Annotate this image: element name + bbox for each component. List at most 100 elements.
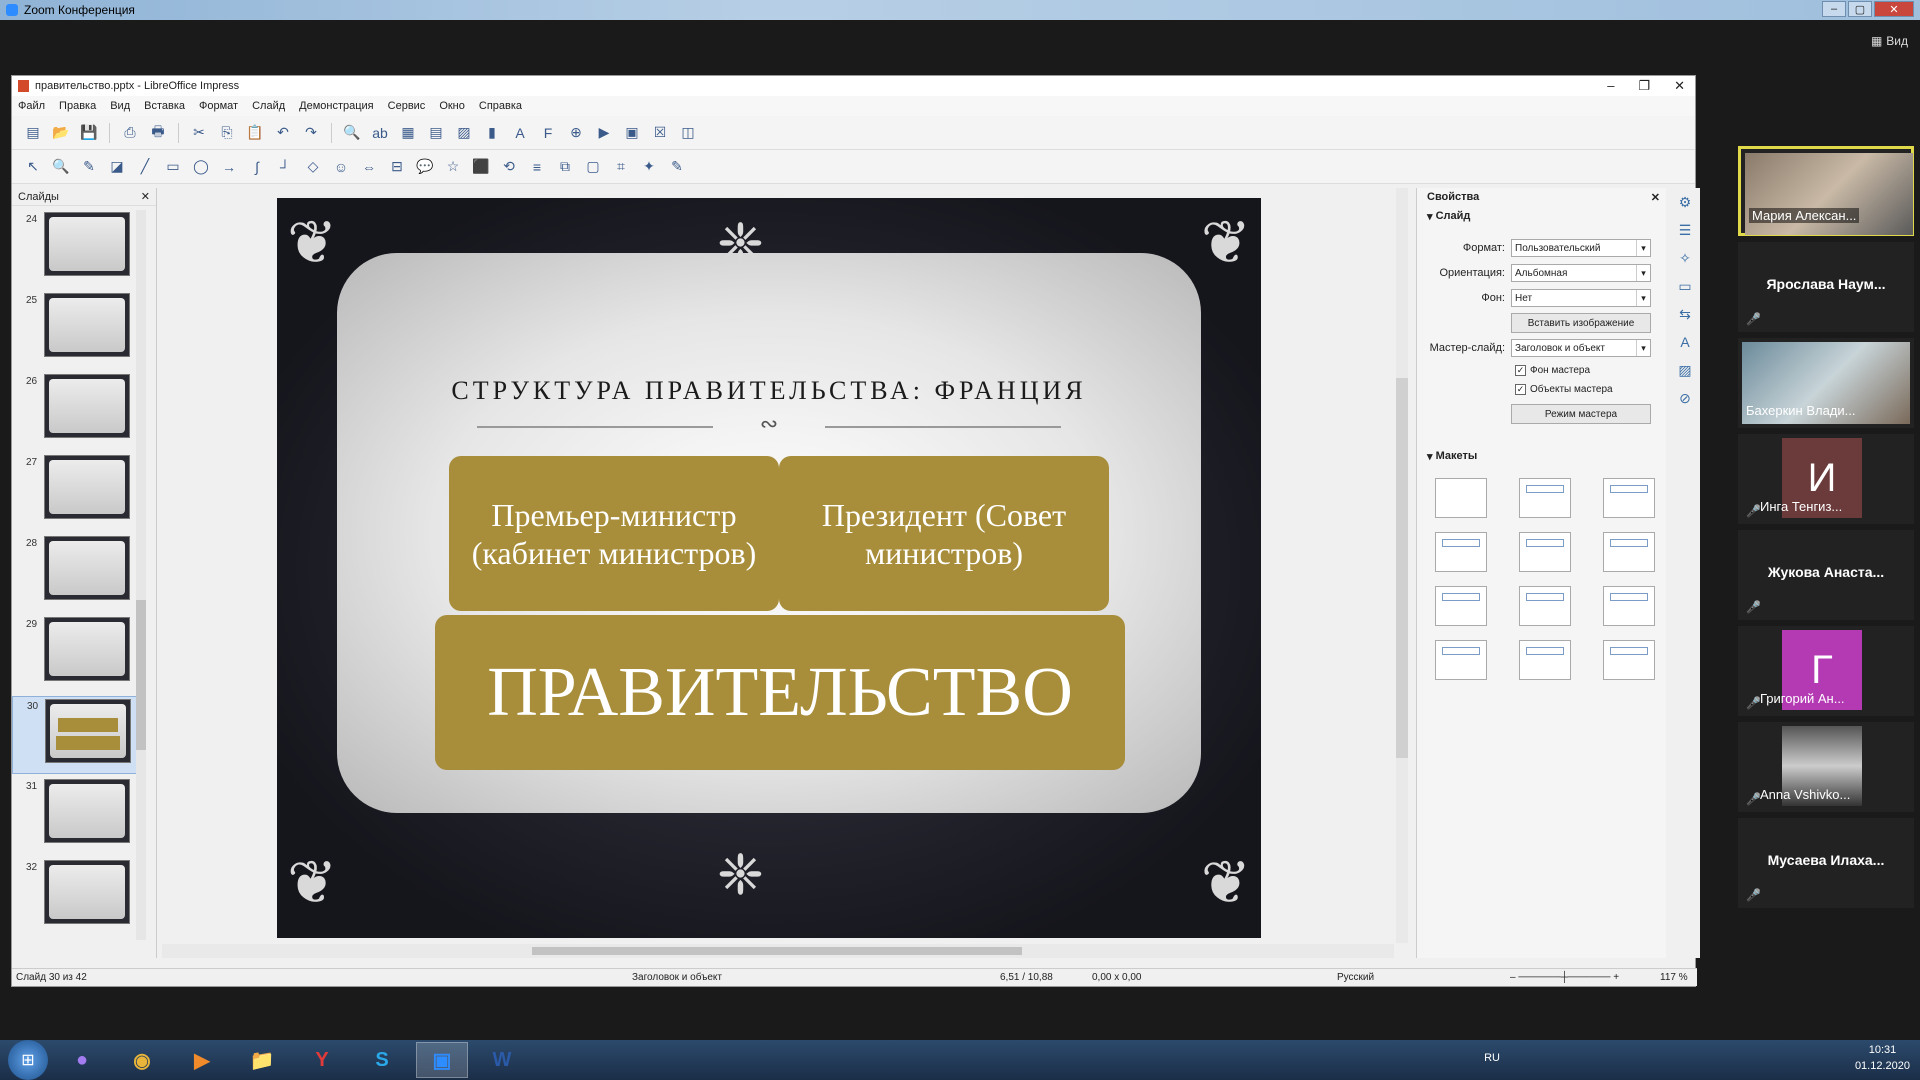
background-select[interactable]: Нет ▾ bbox=[1511, 289, 1651, 307]
slide-thumbnail[interactable]: 27 bbox=[12, 453, 142, 531]
section-slide-header[interactable]: ▾ Слайд bbox=[1417, 206, 1666, 226]
input-language[interactable]: RU bbox=[1484, 1052, 1500, 1064]
participant-tile[interactable]: И Инга Тенгиз... 🎤 bbox=[1738, 434, 1914, 524]
new-slide-icon[interactable]: ▣ bbox=[621, 122, 643, 144]
callout-icon[interactable]: 💬 bbox=[414, 156, 436, 178]
layout-blank[interactable] bbox=[1435, 478, 1487, 518]
new-icon[interactable]: ▤ bbox=[22, 122, 44, 144]
slide-transition-icon[interactable]: ⇆ bbox=[1676, 306, 1694, 324]
participant-tile[interactable]: Жукова Анаста... 🎤 bbox=[1738, 530, 1914, 620]
filter-icon[interactable]: ✦ bbox=[638, 156, 660, 178]
slide-title[interactable]: СТРУКТУРА ПРАВИТЕЛЬСТВА: ФРАНЦИЯ bbox=[277, 376, 1261, 406]
cut-icon[interactable]: ✂ bbox=[188, 122, 210, 144]
lo-close-button[interactable]: ✕ bbox=[1674, 78, 1685, 94]
print-icon[interactable]: 🖶 bbox=[147, 122, 169, 144]
lo-restore-button[interactable]: ❐ bbox=[1638, 78, 1650, 94]
textbox-icon[interactable]: A bbox=[509, 122, 531, 144]
menu-file[interactable]: Файл bbox=[18, 100, 45, 112]
layout-title-only[interactable] bbox=[1519, 532, 1571, 572]
zoom-view-button[interactable]: ▦ Вид bbox=[1871, 34, 1908, 48]
properties-icon[interactable]: ☰ bbox=[1676, 222, 1694, 240]
table-icon[interactable]: ▤ bbox=[425, 122, 447, 144]
layout-title-two-content[interactable] bbox=[1435, 532, 1487, 572]
participant-tile[interactable]: Ярослава Наум... 🎤 bbox=[1738, 242, 1914, 332]
menu-edit[interactable]: Правка bbox=[59, 100, 96, 112]
redo-icon[interactable]: ↷ bbox=[300, 122, 322, 144]
language-status[interactable]: Русский bbox=[1337, 972, 1374, 983]
zoom-slider[interactable]: – ──────┼────── + bbox=[1510, 972, 1619, 983]
zoom-level[interactable]: 117 % bbox=[1660, 972, 1688, 983]
insert-image-button[interactable]: Вставить изображение bbox=[1511, 313, 1651, 333]
spellcheck-icon[interactable]: ab bbox=[369, 122, 391, 144]
participant-tile[interactable]: Anna Vshivko... 🎤 bbox=[1738, 722, 1914, 812]
skype-icon[interactable]: S bbox=[356, 1042, 408, 1078]
slide-thumbnail[interactable]: 26 bbox=[12, 372, 142, 450]
align-icon[interactable]: ≡ bbox=[526, 156, 548, 178]
close-button[interactable]: ✕ bbox=[1874, 1, 1914, 17]
layout-title-2content-over-content[interactable] bbox=[1603, 586, 1655, 626]
slide-thumbnail[interactable]: 29 bbox=[12, 615, 142, 693]
participant-tile[interactable]: Г Григорий Ан... 🎤 bbox=[1738, 626, 1914, 716]
ellipse-icon[interactable]: ◯ bbox=[190, 156, 212, 178]
select-icon[interactable]: ↖ bbox=[22, 156, 44, 178]
fontwork-icon[interactable]: F bbox=[537, 122, 559, 144]
connector-icon[interactable]: ┘ bbox=[274, 156, 296, 178]
find-icon[interactable]: 🔍 bbox=[341, 122, 363, 144]
slides-scrollbar[interactable] bbox=[136, 210, 146, 940]
layout-title-4content[interactable] bbox=[1519, 640, 1571, 680]
slide-thumbnail[interactable]: 25 bbox=[12, 291, 142, 369]
chart-icon[interactable]: ▮ bbox=[481, 122, 503, 144]
section-layouts-header[interactable]: ▾ Макеты bbox=[1417, 446, 1477, 466]
slide-thumbnail[interactable]: 24 bbox=[12, 210, 142, 288]
gallery-icon[interactable]: ▨ bbox=[1676, 362, 1694, 380]
slide-thumbnail[interactable]: 32 bbox=[12, 858, 142, 936]
president-box[interactable]: Президент (Совет министров) bbox=[779, 456, 1109, 611]
points-icon[interactable]: ✎ bbox=[666, 156, 688, 178]
slide-thumbnail-active[interactable]: 30 bbox=[12, 696, 142, 774]
maximize-button[interactable]: ▢ bbox=[1848, 1, 1872, 17]
export-pdf-icon[interactable]: ⎙ bbox=[119, 122, 141, 144]
hyperlink-icon[interactable]: ⊕ bbox=[565, 122, 587, 144]
rotate-icon[interactable]: ⟲ bbox=[498, 156, 520, 178]
master-slides-icon[interactable]: ▭ bbox=[1676, 278, 1694, 296]
slide-canvas[interactable]: ❦ ❦ ❦ ❦ ❈ ❈ СТРУКТУРА ПРАВИТЕЛЬСТВА: ФРА… bbox=[277, 198, 1261, 938]
navigator-icon[interactable]: ⊘ bbox=[1676, 390, 1694, 408]
editor-vertical-scrollbar[interactable] bbox=[1396, 188, 1408, 943]
layout-centered-text[interactable] bbox=[1603, 532, 1655, 572]
symbol-shapes-icon[interactable]: ☺ bbox=[330, 156, 352, 178]
shadow-icon[interactable]: ▢ bbox=[582, 156, 604, 178]
3d-objects-icon[interactable]: ⬛ bbox=[470, 156, 492, 178]
close-panel-icon[interactable]: ✕ bbox=[141, 190, 150, 203]
start-button[interactable]: ⊞ bbox=[8, 1040, 48, 1080]
fill-color-icon[interactable]: ◪ bbox=[106, 156, 128, 178]
styles-icon[interactable]: A bbox=[1676, 334, 1694, 352]
zoom-taskbar-icon[interactable]: ▣ bbox=[416, 1042, 468, 1078]
menu-window[interactable]: Окно bbox=[439, 100, 465, 112]
open-icon[interactable]: 📂 bbox=[50, 122, 72, 144]
menu-view[interactable]: Вид bbox=[110, 100, 130, 112]
layout-title-content-2content[interactable] bbox=[1519, 586, 1571, 626]
copy-icon[interactable]: ⎘ bbox=[216, 122, 238, 144]
minimize-button[interactable]: – bbox=[1822, 1, 1846, 17]
lo-minimize-button[interactable]: – bbox=[1607, 78, 1614, 94]
stars-icon[interactable]: ☆ bbox=[442, 156, 464, 178]
editor-horizontal-scrollbar[interactable] bbox=[162, 944, 1394, 958]
display-views-icon[interactable]: ◫ bbox=[677, 122, 699, 144]
start-slideshow-icon[interactable]: ▶ bbox=[593, 122, 615, 144]
menu-slide[interactable]: Слайд bbox=[252, 100, 285, 112]
line-icon[interactable]: ╱ bbox=[134, 156, 156, 178]
slide-thumbnail[interactable]: 31 bbox=[12, 777, 142, 855]
zoom-icon[interactable]: 🔍 bbox=[50, 156, 72, 178]
chrome-icon[interactable]: ◉ bbox=[116, 1042, 168, 1078]
undo-icon[interactable]: ↶ bbox=[272, 122, 294, 144]
close-sidebar-icon[interactable]: ✕ bbox=[1651, 191, 1660, 204]
layout-title-content-over-content[interactable] bbox=[1435, 640, 1487, 680]
file-explorer-icon[interactable]: 📁 bbox=[236, 1042, 288, 1078]
image-icon[interactable]: ▨ bbox=[453, 122, 475, 144]
participant-tile[interactable]: Мария Алексан... bbox=[1738, 146, 1914, 236]
menu-format[interactable]: Формат bbox=[199, 100, 238, 112]
menu-slideshow[interactable]: Демонстрация bbox=[299, 100, 374, 112]
master-objects-checkbox[interactable]: ✓ Объекты мастера bbox=[1515, 384, 1613, 395]
browser-app-icon[interactable]: ● bbox=[56, 1042, 108, 1078]
format-select[interactable]: Пользовательский ▾ bbox=[1511, 239, 1651, 257]
